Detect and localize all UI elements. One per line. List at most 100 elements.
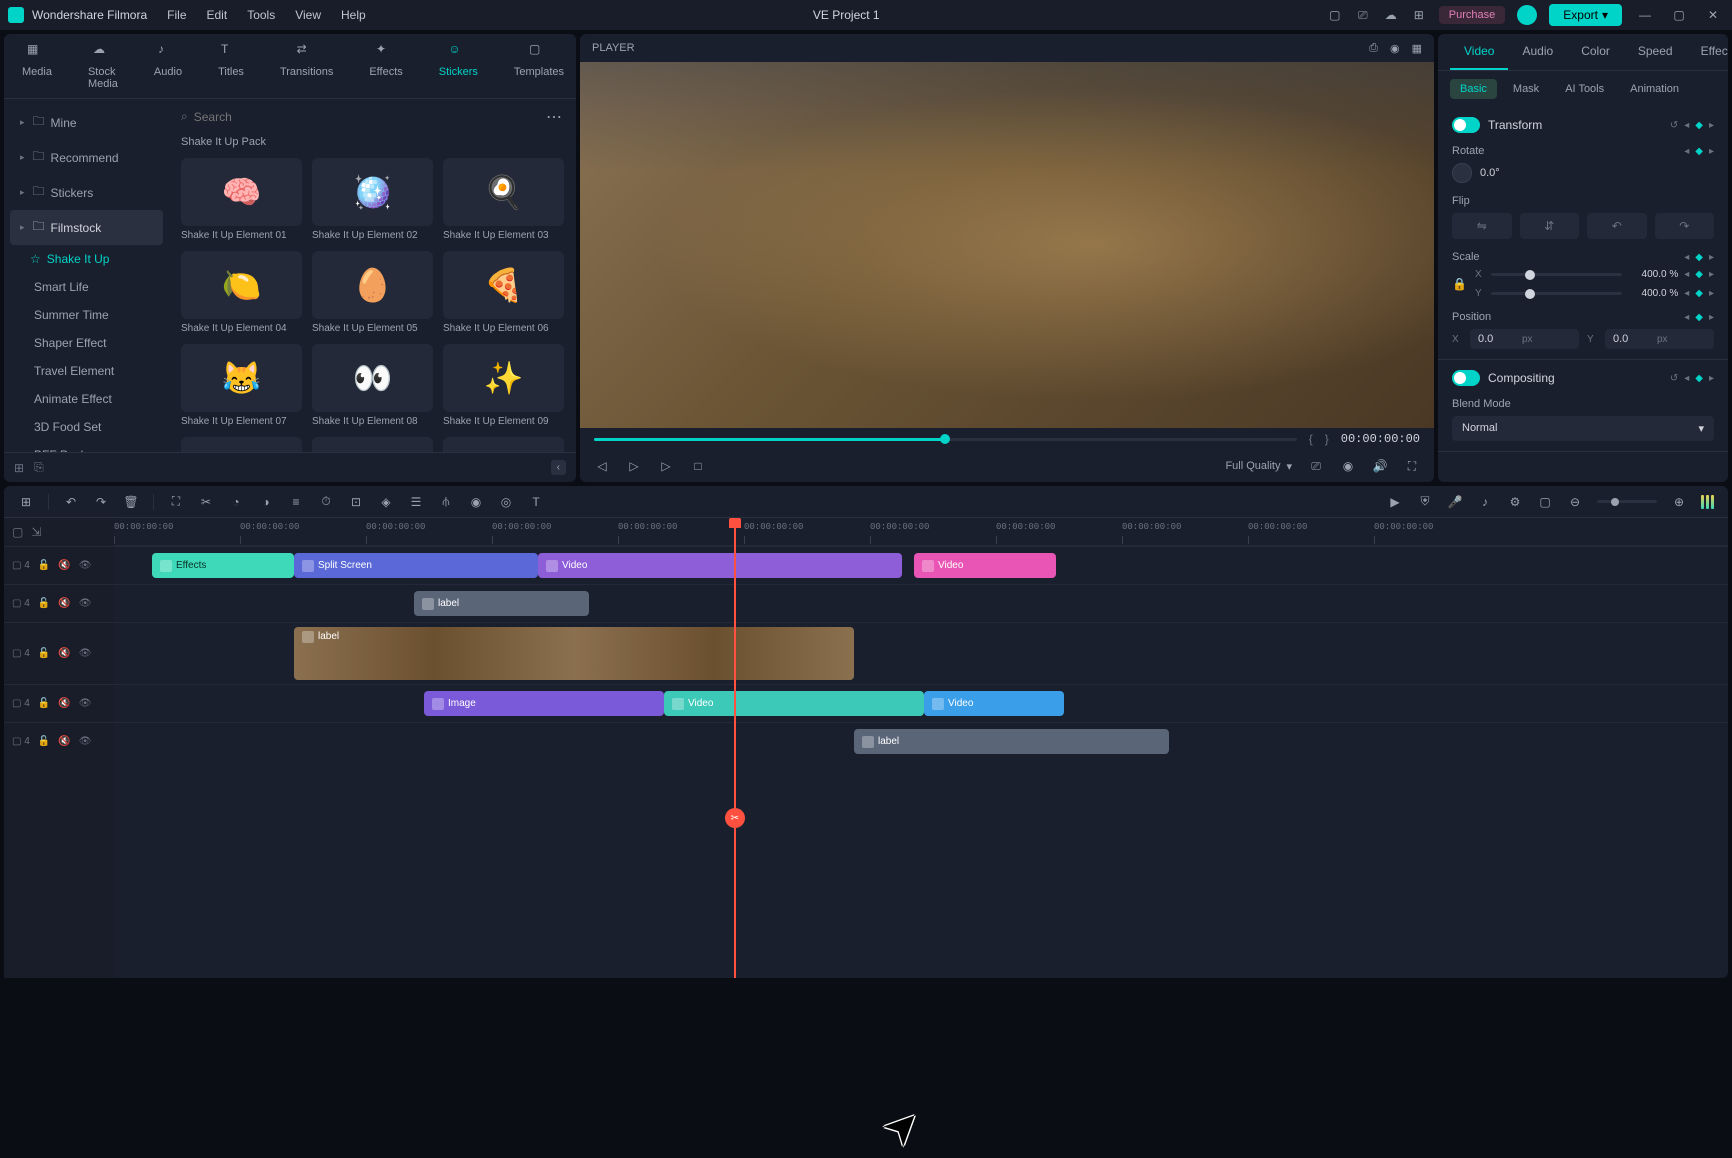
hide-icon[interactable]: 👁 (79, 560, 92, 571)
lock-icon[interactable]: 🔓 (38, 736, 50, 747)
folder-open-icon[interactable]: ⎘ (34, 460, 44, 475)
track-header[interactable]: ▢ 4🔓🔇👁 (4, 584, 114, 622)
keyframe-icon[interactable]: ◆ (1695, 120, 1703, 131)
timeline-track[interactable]: label (114, 622, 1728, 684)
inspector-subtab-animation[interactable]: Animation (1620, 79, 1689, 99)
next-keyframe-icon[interactable]: ▸ (1709, 120, 1714, 131)
timeline-tracks[interactable]: 00:00:00:0000:00:00:0000:00:00:0000:00:0… (114, 518, 1728, 978)
menu-edit[interactable]: Edit (207, 8, 228, 22)
target-icon[interactable]: ◎ (498, 494, 514, 510)
asset-tab-media[interactable]: ▦Media (22, 42, 52, 98)
delete-button[interactable]: 🗑 (123, 494, 139, 510)
clip-label[interactable]: label (854, 729, 1169, 754)
playhead[interactable]: ✂ (734, 518, 736, 978)
export-button[interactable]: Export▾ (1549, 4, 1622, 26)
sticker-card[interactable]: 🍳Shake It Up Element 03 (443, 158, 564, 241)
sidebar-sub-shaper-effect[interactable]: Shaper Effect (10, 329, 163, 357)
snap-icon[interactable]: ⊡ (348, 494, 364, 510)
cloud-icon[interactable]: ☁ (1383, 7, 1399, 23)
asset-tab-titles[interactable]: TTitles (218, 42, 244, 98)
position-y-input[interactable] (1613, 333, 1653, 345)
mute-icon[interactable]: 🔇 (58, 736, 70, 747)
timeline-track[interactable]: label (114, 584, 1728, 622)
lock-icon[interactable]: 🔓 (38, 648, 50, 659)
clip-video[interactable]: Video (914, 553, 1056, 578)
avatar-icon[interactable] (1517, 5, 1537, 25)
collapse-sidebar-button[interactable]: ‹ (551, 460, 566, 475)
inspector-tab-speed[interactable]: Speed (1624, 34, 1687, 70)
prev-kf[interactable]: ◂ (1684, 146, 1689, 157)
play-button[interactable]: ▷ (658, 458, 674, 474)
clip-video[interactable]: Video (664, 691, 924, 716)
asset-tab-stock-media[interactable]: ☁Stock Media (88, 42, 118, 98)
record-icon[interactable]: ◉ (468, 494, 484, 510)
timeline-ruler[interactable]: 00:00:00:0000:00:00:0000:00:00:0000:00:0… (114, 518, 1728, 546)
asset-tab-audio[interactable]: ♪Audio (154, 42, 182, 98)
sidebar-sub-bff-pack[interactable]: BFF Pack (10, 441, 163, 452)
render-icon[interactable]: ▶ (1387, 494, 1403, 510)
redo-button[interactable]: ↷ (93, 494, 109, 510)
inspector-tab-video[interactable]: Video (1450, 34, 1508, 70)
inspector-tab-effects[interactable]: Effects (1687, 34, 1728, 70)
settings-icon[interactable]: ⚙ (1507, 494, 1523, 510)
sidebar-sub-travel-element[interactable]: Travel Element (10, 357, 163, 385)
mixer-icon[interactable]: ♪ (1477, 494, 1493, 510)
search-box[interactable]: ⌕ (181, 105, 538, 128)
undo-button[interactable]: ↶ (63, 494, 79, 510)
zoom-in-button[interactable]: ⊕ (1671, 494, 1687, 510)
sticker-card[interactable]: 🍕Shake It Up Element 06 (443, 251, 564, 334)
mark-out-button[interactable]: } (1325, 432, 1329, 446)
rotate-value[interactable]: 0.0° (1480, 167, 1500, 179)
clip-split-screen[interactable]: Split Screen (294, 553, 538, 578)
monitor-icon[interactable]: ⎚ (1355, 7, 1371, 23)
lock-icon[interactable]: 🔓 (38, 598, 50, 609)
timer-icon[interactable]: ⏱ (318, 494, 334, 510)
mute-icon[interactable]: 🔇 (58, 598, 70, 609)
search-input[interactable] (194, 110, 349, 124)
resolution-icon[interactable]: ▦ (1412, 42, 1422, 55)
menu-file[interactable]: File (167, 8, 186, 22)
playhead-scissors-icon[interactable]: ✂ (725, 808, 745, 828)
sticker-card[interactable]: 🧠Shake It Up Element 01 (181, 158, 302, 241)
timeline-track[interactable]: EffectsSplit ScreenVideoVideo (114, 546, 1728, 584)
sticker-card[interactable]: 🍋Shake It Up Element 04 (181, 251, 302, 334)
play-backward-button[interactable]: ▷ (626, 458, 642, 474)
reset-icon[interactable]: ↺ (1670, 120, 1678, 131)
mark-in-button[interactable]: { (1309, 432, 1313, 446)
progress-handle[interactable] (940, 434, 950, 444)
asset-tab-stickers[interactable]: ☺Stickers (439, 42, 478, 98)
volume-icon[interactable]: 🔊 (1372, 458, 1388, 474)
sticker-card[interactable]: 🪩Shake It Up Element 02 (312, 158, 433, 241)
quality-select[interactable]: Full Quality ▾ (1225, 460, 1292, 473)
text-tool-icon[interactable]: T (528, 494, 544, 510)
new-folder-icon[interactable]: ⊞ (14, 461, 24, 475)
audio-meters-icon[interactable] (1701, 495, 1714, 509)
preview-toggle-icon[interactable]: ◉ (1390, 42, 1400, 55)
shield-icon[interactable]: ⛨ (1417, 494, 1433, 510)
blend-mode-select[interactable]: Normal ▾ (1452, 416, 1714, 441)
mute-icon[interactable]: 🔇 (58, 560, 70, 571)
speed-tool-icon[interactable]: ◔ (228, 494, 244, 510)
position-x-input[interactable] (1478, 333, 1518, 345)
sidebar-sub-3d-food-set[interactable]: 3D Food Set (10, 413, 163, 441)
fullscreen-icon[interactable]: ⛶ (1404, 458, 1420, 474)
sidebar-sub-smart-life[interactable]: Smart Life (10, 273, 163, 301)
sticker-card[interactable]: 🍩Shake It Up Element 11 (312, 437, 433, 452)
prev-keyframe-icon[interactable]: ◂ (1684, 120, 1689, 131)
crop-tool-icon[interactable]: ⛶ (168, 494, 184, 510)
track-header[interactable]: ▢ 4🔓🔇👁 (4, 722, 114, 760)
sidebar-item-mine[interactable]: ▸🗀Mine (10, 105, 163, 140)
mute-icon[interactable]: 🔇 (58, 698, 70, 709)
marker-icon[interactable]: ◈ (378, 494, 394, 510)
asset-tab-effects[interactable]: ✦Effects (369, 42, 402, 98)
sticker-card[interactable]: 👀Shake It Up Element 08 (312, 344, 433, 427)
clip-image[interactable]: Image (424, 691, 664, 716)
flip-vertical-button[interactable]: ⇵ (1520, 213, 1580, 239)
menu-help[interactable]: Help (341, 8, 366, 22)
minimize-button[interactable]: — (1638, 8, 1652, 22)
prev-frame-button[interactable]: ◁ (594, 458, 610, 474)
clip-video[interactable]: Video (924, 691, 1064, 716)
zoom-slider[interactable] (1597, 500, 1657, 503)
next-kf[interactable]: ▸ (1709, 146, 1714, 157)
lock-icon[interactable]: 🔓 (38, 698, 50, 709)
